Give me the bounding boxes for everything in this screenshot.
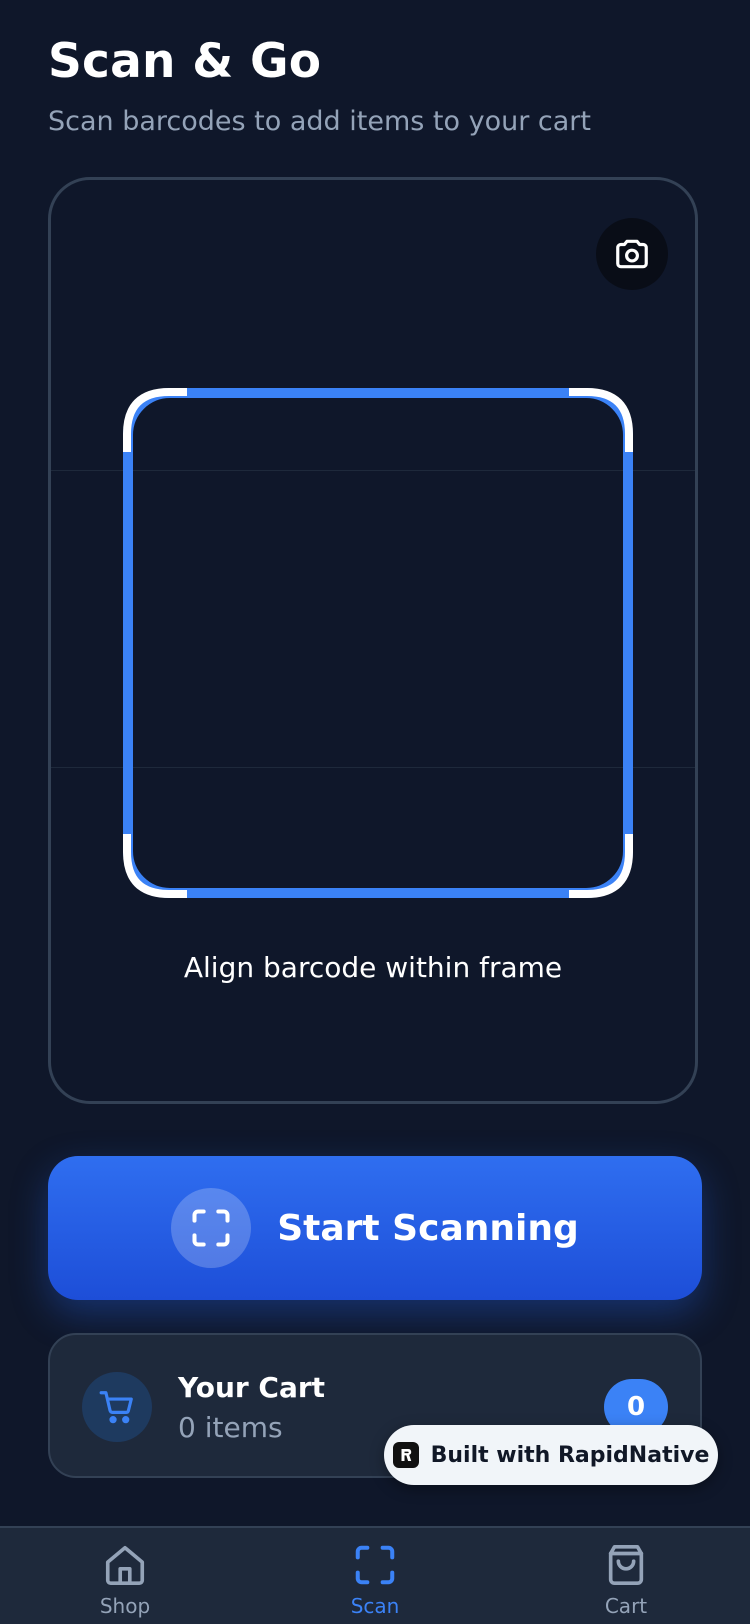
tab-cart[interactable]: Cart bbox=[546, 1542, 706, 1618]
tab-cart-label: Cart bbox=[604, 1594, 648, 1618]
home-icon bbox=[105, 1545, 145, 1586]
start-scanning-button[interactable]: Start Scanning bbox=[48, 1156, 702, 1300]
scan-frame bbox=[123, 388, 633, 898]
rapidnative-logo-icon bbox=[392, 1442, 419, 1468]
cart-icon-wrap bbox=[82, 1372, 152, 1442]
shopping-bag-icon bbox=[608, 1544, 644, 1586]
scan-icon bbox=[192, 1209, 230, 1247]
cart-icon bbox=[99, 1391, 133, 1424]
cart-item-count: 0 items bbox=[178, 1411, 283, 1444]
scanner-viewport: Align barcode within frame bbox=[48, 177, 698, 1104]
tab-shop[interactable]: Shop bbox=[45, 1542, 205, 1618]
bottom-tab-bar: Shop Scan Cart bbox=[0, 1526, 750, 1624]
frame-corner-top-right bbox=[569, 388, 633, 452]
cart-title: Your Cart bbox=[178, 1371, 326, 1404]
scanner-instruction: Align barcode within frame bbox=[183, 951, 563, 984]
built-with-badge[interactable]: Built with RapidNative bbox=[384, 1425, 718, 1485]
camera-icon bbox=[616, 239, 648, 269]
tab-shop-label: Shop bbox=[99, 1594, 151, 1618]
scan-button-icon-wrap bbox=[171, 1188, 252, 1268]
scan-icon bbox=[355, 1545, 395, 1585]
page-title: Scan & Go bbox=[48, 34, 322, 89]
tab-scan[interactable]: Scan bbox=[295, 1542, 455, 1618]
tab-scan-label: Scan bbox=[350, 1594, 400, 1618]
built-with-label: Built with RapidNative bbox=[430, 1442, 710, 1468]
start-scanning-label: Start Scanning bbox=[277, 1207, 579, 1249]
page-subtitle: Scan barcodes to add items to your cart bbox=[48, 106, 591, 137]
scan-page: Scan & Go Scan barcodes to add items to … bbox=[0, 0, 750, 1624]
camera-toggle-button[interactable] bbox=[596, 218, 668, 290]
frame-corner-bottom-left bbox=[123, 834, 187, 898]
frame-corner-top-left bbox=[123, 388, 187, 452]
frame-corner-bottom-right bbox=[569, 834, 633, 898]
